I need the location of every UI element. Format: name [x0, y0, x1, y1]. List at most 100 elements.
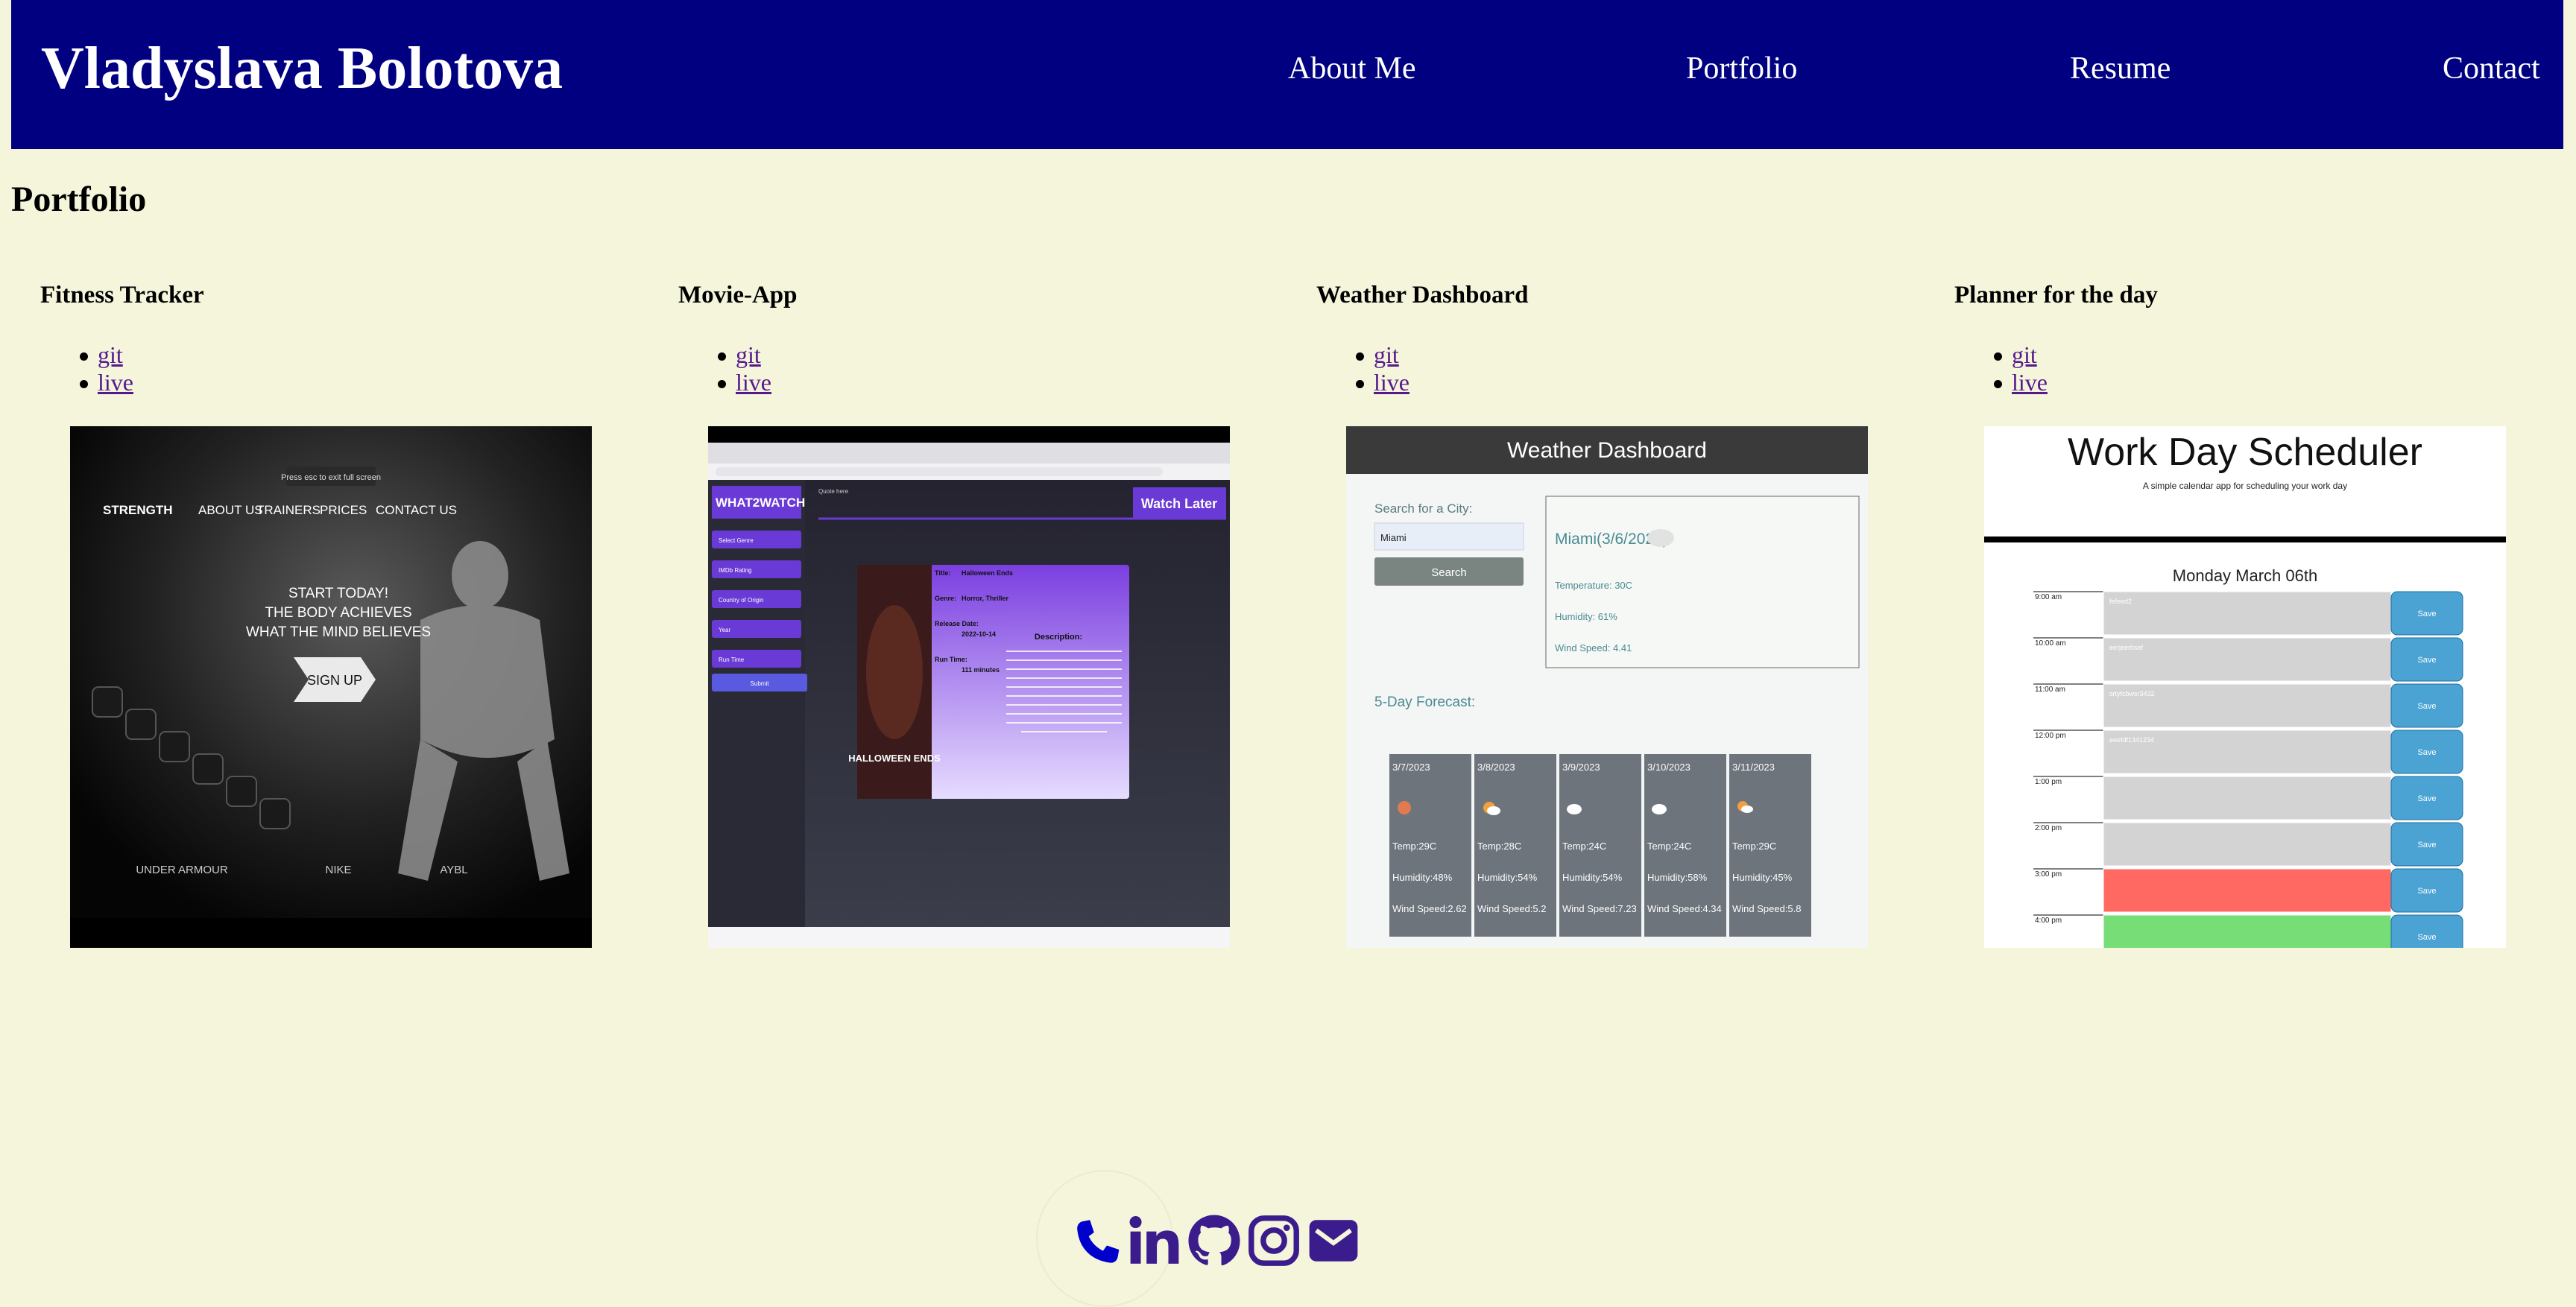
preview-search-button: Search	[1431, 566, 1467, 579]
git-link[interactable]: git	[2012, 341, 2037, 368]
planner-hour-label: 3:00 pm	[2035, 870, 2062, 879]
nav-resume[interactable]: Resume	[2070, 46, 2171, 91]
project-title: Fitness Tracker	[40, 282, 204, 308]
preview-search-label: Search for a City:	[1374, 501, 1472, 516]
preview-app-title: Weather Dashboard	[1507, 438, 1707, 463]
list-item: git	[1316, 341, 1409, 369]
planner-preview-image: Work Day Scheduler A simple calendar app…	[1984, 426, 2506, 948]
forecast-humidity: Humidity:54%	[1562, 872, 1623, 883]
forecast-date: 3/11/2023	[1732, 762, 1775, 773]
list-item: live	[1316, 369, 1409, 396]
save-button-label: Save	[2417, 933, 2436, 942]
planner-event-field[interactable]	[2103, 868, 2392, 913]
preview-filter: Run Time	[719, 656, 745, 663]
list-item: git	[40, 341, 133, 369]
git-link[interactable]: git	[98, 341, 123, 368]
preview-menu-item: PRICES	[320, 503, 367, 517]
list-item: live	[678, 369, 771, 396]
forecast-wind: Wind Speed:5.2	[1477, 903, 1547, 914]
planner-hour-label: 12:00 pm	[2035, 732, 2066, 740]
list-item: live	[1954, 369, 2048, 396]
nav-contact[interactable]: Contact	[2443, 46, 2540, 91]
preview-quote: Quote here	[818, 488, 849, 495]
preview-brand: NIKE	[325, 864, 351, 876]
project-title: Movie-App	[678, 282, 798, 308]
preview-submit: Submit	[751, 680, 770, 687]
forecast-humidity: Humidity:54%	[1477, 872, 1538, 883]
planner-hour-label: 4:00 pm	[2035, 917, 2062, 925]
preview-logo: WHAT2WATCH	[716, 496, 805, 510]
preview-hero-line: WHAT THE MIND BELIEVES	[246, 624, 431, 640]
github-icon[interactable]	[1187, 1213, 1242, 1268]
list-item: git	[1954, 341, 2048, 369]
email-icon[interactable]	[1306, 1213, 1361, 1268]
preview-search-value: Miami	[1380, 532, 1407, 543]
save-button-label: Save	[2417, 794, 2436, 803]
site-brand: Vladyslava Bolotova	[41, 36, 564, 101]
forecast-temp: Temp:29C	[1392, 841, 1436, 852]
linkedin-icon[interactable]	[1127, 1213, 1182, 1268]
save-button-label: Save	[2417, 702, 2436, 711]
preview-hero-line: START TODAY!	[288, 586, 388, 601]
planner-event-field[interactable]	[2103, 822, 2392, 867]
planner-hour-label: 11:00 am	[2035, 686, 2065, 694]
forecast-date: 3/10/2023	[1647, 762, 1690, 773]
forecast-wind: Wind Speed:2.62	[1392, 903, 1467, 914]
list-item: git	[678, 341, 771, 369]
forecast-humidity: Humidity:58%	[1647, 872, 1708, 883]
live-link[interactable]: live	[1374, 369, 1409, 396]
project-screenshot: Press esc to exit full screen STRENGTH A…	[70, 426, 592, 948]
preview-detail-value: 2022-10-14	[962, 630, 996, 638]
git-link[interactable]: git	[736, 341, 761, 368]
movie-preview-image: WHAT2WATCH Quote here Watch Later Select…	[708, 426, 1230, 948]
project-card-movie-app: Movie-App git live WHAT2WATCH Quote here…	[678, 276, 1245, 948]
nav-portfolio[interactable]: Portfolio	[1686, 46, 1797, 91]
weather-preview-image: Weather Dashboard Search for a City: Mia…	[1346, 426, 1868, 948]
preview-app-title: Work Day Scheduler	[2068, 431, 2422, 474]
preview-subtitle: A simple calendar app for scheduling you…	[2143, 481, 2347, 491]
svg-text:SIGN UP: SIGN UP	[307, 673, 362, 688]
instagram-icon[interactable]	[1246, 1213, 1301, 1268]
preview-detail-label: Release Date:	[935, 620, 979, 627]
live-link[interactable]: live	[98, 369, 133, 396]
save-button-label: Save	[2417, 887, 2436, 896]
planner-event-text: fefeed2	[2109, 598, 2132, 605]
preview-menu-item: CONTACT US	[376, 503, 457, 517]
nav-about-me[interactable]: About Me	[1288, 46, 1416, 91]
phone-icon[interactable]	[1067, 1213, 1123, 1268]
save-button[interactable]	[2390, 914, 2463, 948]
project-card-fitness-tracker: Fitness Tracker git live Press esc to ex…	[40, 276, 607, 948]
preview-detail-value: Halloween Ends	[962, 569, 1013, 577]
project-links: git live	[40, 341, 133, 396]
planner-event-field[interactable]	[2103, 637, 2392, 682]
save-button-label: Save	[2417, 841, 2436, 849]
preview-date: Monday March 06th	[2173, 566, 2317, 585]
preview-brand: UNDER ARMOUR	[136, 864, 228, 876]
save-button-label: Save	[2417, 610, 2436, 618]
forecast-temp: Temp:29C	[1732, 841, 1776, 852]
preview-poster-title: HALLOWEEN ENDS	[848, 753, 941, 764]
forecast-humidity: Humidity:45%	[1732, 872, 1793, 883]
project-links: git live	[1954, 341, 2048, 396]
page-title: Portfolio	[11, 180, 147, 219]
preview-filter: IMDb Rating	[719, 567, 751, 574]
planner-event-text: eerjeerhsef	[2109, 644, 2144, 651]
live-link[interactable]: live	[2012, 369, 2048, 396]
planner-event-field[interactable]	[2103, 914, 2392, 948]
preview-current-humidity: Humidity: 61%	[1555, 611, 1617, 622]
project-title: Weather Dashboard	[1316, 282, 1529, 308]
planner-event-field[interactable]	[2103, 776, 2392, 820]
project-screenshot: Weather Dashboard Search for a City: Mia…	[1346, 426, 1868, 948]
fullscreen-hint: Press esc to exit full screen	[281, 473, 381, 482]
project-screenshot: Work Day Scheduler A simple calendar app…	[1984, 426, 2506, 948]
save-button-label: Save	[2417, 656, 2436, 665]
planner-event-field[interactable]	[2103, 591, 2392, 636]
list-item: live	[40, 369, 133, 396]
preview-filter: Select Genre	[719, 537, 754, 544]
live-link[interactable]: live	[736, 369, 771, 396]
planner-hour-label: 10:00 am	[2035, 639, 2066, 648]
preview-current-temp: Temperature: 30C	[1555, 580, 1632, 591]
fitness-preview-image: Press esc to exit full screen STRENGTH A…	[70, 426, 592, 948]
preview-current-wind: Wind Speed: 4.41	[1555, 642, 1632, 654]
git-link[interactable]: git	[1374, 341, 1399, 368]
